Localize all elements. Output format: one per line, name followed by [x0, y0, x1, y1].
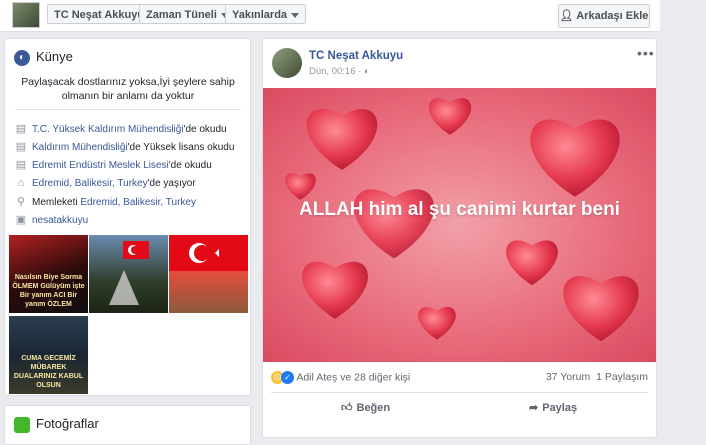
add-friend-icon: 👤︎: [559, 10, 574, 22]
divider: [15, 109, 241, 110]
post-image[interactable]: ALLAH him al şu canimi kurtar beni: [263, 88, 656, 362]
share-label: Paylaş: [542, 402, 578, 414]
photo-caption-4: CUMA GECEMİZ MÜBAREK DUALARINIZ KABUL OL…: [13, 355, 84, 389]
education-link-1[interactable]: T.C. Yüksek Kaldırım Mühendisliği: [32, 124, 184, 135]
education-link-2[interactable]: Kaldırım Mühendisliği: [32, 142, 128, 153]
thumbs-up-icon: 👍︎: [341, 402, 353, 414]
engagement-counts: 37 Yorum 1 Paylaşım: [546, 371, 648, 383]
like-reaction-icon: ✓: [281, 371, 294, 384]
share-arrow-icon: ➦: [529, 402, 539, 414]
profile-avatar-small[interactable]: [12, 2, 40, 28]
turkish-flag-graphic: [169, 235, 248, 271]
photos-card: Fotoğraflar: [4, 405, 251, 445]
info-lives-in: ⌂ Edremid, Balikesir, Turkey'de yaşıyor: [14, 177, 196, 189]
chevron-down-icon: [291, 12, 300, 18]
flag-rider-graphic: [109, 241, 149, 305]
featured-photo-4[interactable]: CUMA GECEMİZ MÜBAREK DUALARINIZ KABUL OL…: [9, 316, 88, 394]
location-pin-icon: ⚲: [16, 196, 26, 208]
hometown-link[interactable]: Edremid, Balikesir, Turkey: [80, 197, 196, 208]
heart-shape: [418, 307, 456, 340]
nearby-label: Yakınlarda: [232, 9, 288, 21]
hearts-background: [285, 98, 639, 342]
heart-shape: [302, 261, 368, 319]
education-text-3: 'de okudu: [168, 160, 212, 171]
info-hometown: ⚲ Memleketi Edremid, Balikesir, Turkey: [14, 195, 196, 208]
comments-count[interactable]: 37 Yorum: [546, 371, 590, 383]
timeline-dropdown[interactable]: Zaman Tüneli: [139, 4, 236, 24]
intro-heading: ◐ Künye: [14, 49, 73, 66]
reactors-text[interactable]: Adil Ateş ve 28 diğer kişi: [296, 371, 410, 383]
lives-in-text: 'de yaşıyor: [147, 178, 196, 189]
info-education-2: ▤ Kaldırım Mühendisliği'de Yüksek lisans …: [14, 140, 235, 153]
divider: [271, 392, 648, 393]
heart-shape: [506, 240, 558, 286]
heart-shape: [563, 276, 639, 342]
heart-shape: [530, 119, 620, 197]
add-friend-button[interactable]: 👤︎ Arkadaşı Ekle: [558, 4, 650, 28]
photos-icon: [14, 416, 30, 433]
featured-photo-1[interactable]: Nasılsın Biye Sorma ÖLMEM Gülüyüm işte B…: [9, 235, 88, 313]
info-education-3: ▤ Edremit Endüstri Meslek Lisesi'de okudu: [14, 158, 212, 171]
post-time-text[interactable]: Dün, 00:16 ·: [309, 66, 361, 77]
education-text-2: 'de Yüksek lisans okudu: [127, 142, 235, 153]
post-card: TC Neşat Akkuyu Dün, 00:16 · ◐ ••• ALLAH…: [262, 38, 657, 438]
globe-icon: ◐: [363, 66, 370, 77]
nearby-dropdown[interactable]: Yakınlarda: [225, 4, 307, 24]
share-button[interactable]: ➦ Paylaş: [529, 401, 577, 414]
intro-bio: Paylaşacak dostlarınız yoksa,İyi şeylere…: [21, 76, 235, 102]
profile-nav-bar: TC Neşat Akkuyu Zaman Tüneli Yakınlarda …: [0, 0, 660, 32]
post-author-avatar[interactable]: [272, 48, 302, 78]
more-options-icon[interactable]: •••: [637, 45, 655, 61]
post-author-name[interactable]: TC Neşat Akkuyu: [309, 50, 403, 62]
instagram-icon: ▣: [15, 214, 27, 226]
photo-caption-1: Nasılsın Biye Sorma ÖLMEM Gülüyüm işte B…: [12, 274, 85, 308]
graduation-cap-icon: ▤: [15, 159, 27, 171]
info-education-1: ▤ T.C. Yüksek Kaldırım Mühendisliği'de ok…: [14, 122, 227, 135]
add-friend-label: Arkadaşı Ekle: [576, 10, 649, 22]
heart-shape: [306, 108, 378, 170]
education-link-3[interactable]: Edremit Endüstri Meslek Lisesi: [32, 160, 169, 171]
intro-title: Künye: [36, 49, 73, 64]
like-button[interactable]: 👍︎ Beğen: [341, 401, 390, 414]
post-timestamp: Dün, 00:16 · ◐: [309, 66, 370, 77]
profile-name-button[interactable]: TC Neşat Akkuyu: [47, 4, 152, 24]
globe-icon: ◐: [14, 49, 30, 66]
graduation-cap-icon: ▤: [15, 141, 27, 153]
featured-photo-3[interactable]: [169, 235, 248, 313]
timeline-label: Zaman Tüneli: [146, 9, 217, 21]
education-text-1: 'de okudu: [183, 124, 227, 135]
post-image-text: ALLAH him al şu canimi kurtar beni: [299, 199, 620, 220]
photos-heading: Fotoğraflar: [14, 416, 99, 433]
hometown-prefix: Memleketi: [32, 197, 81, 208]
intro-card: ◐ Künye Paylaşacak dostlarınız yoksa,İyi …: [4, 38, 251, 396]
lives-in-link[interactable]: Edremid, Balikesir, Turkey: [32, 178, 148, 189]
featured-photo-2[interactable]: [89, 235, 168, 313]
shares-count[interactable]: 1 Paylaşım: [596, 371, 648, 383]
like-label: Beğen: [356, 402, 391, 414]
instagram-link[interactable]: nesatakkuyu: [32, 215, 88, 226]
photos-title[interactable]: Fotoğraflar: [36, 416, 99, 431]
profile-name-label: TC Neşat Akkuyu: [54, 9, 145, 21]
graduation-cap-icon: ▤: [15, 123, 27, 135]
heart-shape: [428, 98, 472, 135]
info-instagram: ▣ nesatakkuyu: [14, 213, 88, 226]
reaction-summary[interactable]: ☹ ✓ Adil Ateş ve 28 diğer kişi: [271, 371, 410, 384]
home-icon: ⌂: [17, 177, 25, 189]
